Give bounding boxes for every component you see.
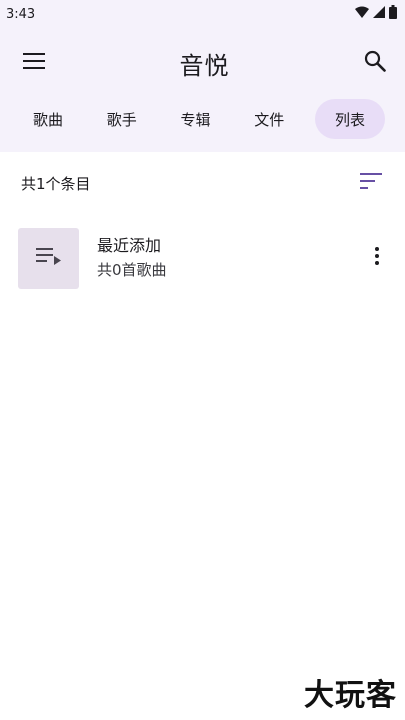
search-icon — [364, 50, 386, 76]
playlist-title: 最近添加 — [97, 236, 162, 255]
status-icons — [355, 5, 397, 23]
tab-bar: 歌曲 歌手 专辑 文件 列表 — [0, 98, 405, 140]
playlist-subtitle: 共0首歌曲 — [97, 261, 167, 279]
more-vertical-icon — [375, 247, 379, 269]
signal-icon — [373, 6, 385, 22]
playlist-icon — [35, 246, 62, 270]
status-bar: 3:43 — [0, 0, 405, 28]
list-item[interactable]: 最近添加 共0首歌曲 — [0, 222, 405, 294]
summary-row: 共1个条目 — [0, 152, 405, 214]
sort-icon — [360, 173, 382, 193]
status-time: 3:43 — [6, 6, 36, 22]
menu-button[interactable] — [18, 47, 50, 79]
tab-playlists[interactable]: 列表 — [315, 99, 385, 139]
header-area: 3:43 音悦 歌曲 歌手 专辑 文件 列表 — [0, 0, 405, 152]
battery-icon — [389, 5, 397, 23]
app-bar: 音悦 — [0, 28, 405, 98]
tab-files[interactable]: 文件 — [241, 99, 297, 139]
tab-songs[interactable]: 歌曲 — [20, 99, 76, 139]
menu-icon — [23, 53, 45, 73]
playlist-thumbnail — [18, 227, 79, 289]
tab-artists[interactable]: 歌手 — [94, 99, 150, 139]
sort-button[interactable] — [355, 167, 387, 199]
app-title: 音悦 — [179, 51, 230, 80]
tab-albums[interactable]: 专辑 — [168, 99, 224, 139]
more-options-button[interactable] — [365, 242, 389, 274]
watermark: 大玩客 — [304, 678, 397, 713]
search-button[interactable] — [359, 47, 391, 79]
item-count: 共1个条目 — [21, 174, 91, 193]
wifi-icon — [355, 6, 369, 22]
list-item-text: 最近添加 共0首歌曲 — [97, 234, 365, 282]
